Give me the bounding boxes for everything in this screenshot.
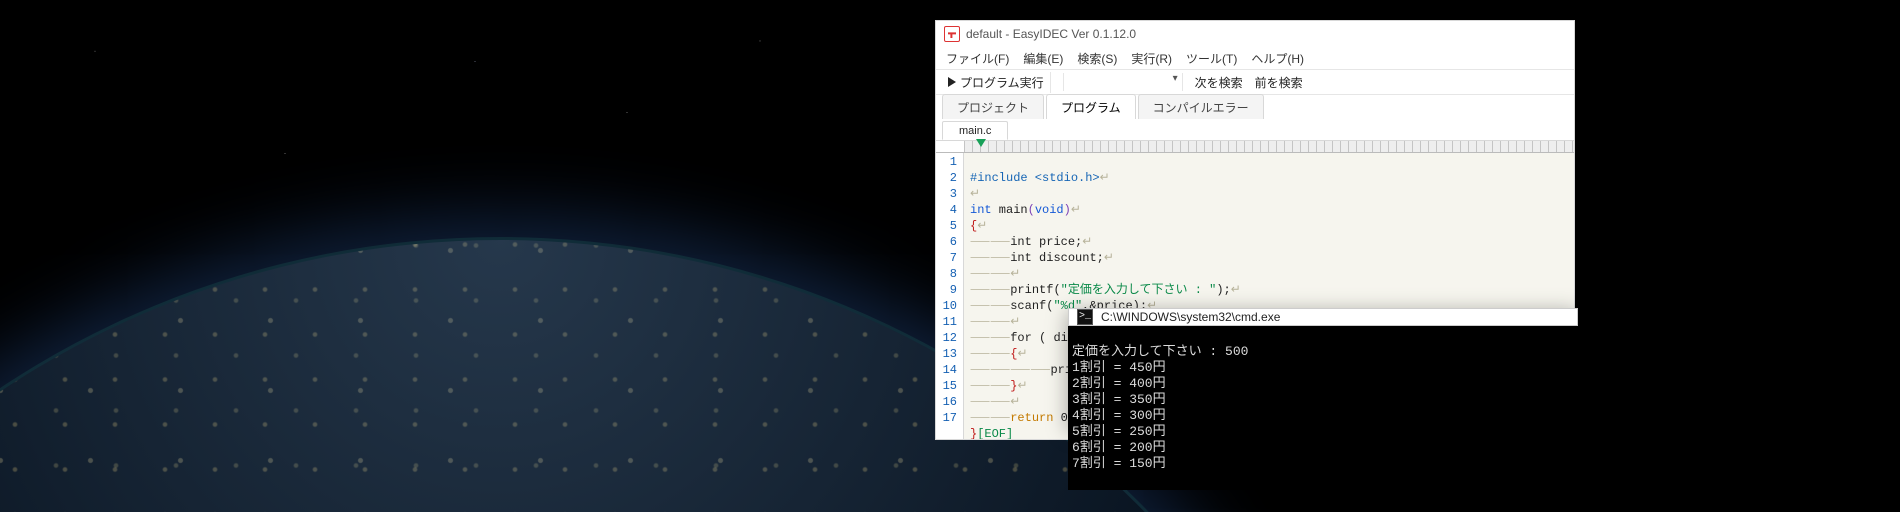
eof-marker: [EOF] (977, 427, 1013, 439)
cmd-titlebar[interactable]: >_ C:\WINDOWS\system32\cmd.exe (1068, 308, 1578, 326)
line-number: 5 (936, 218, 957, 234)
line-number: 6 (936, 234, 957, 250)
ide-titlebar[interactable]: default - EasyIDEC Ver 0.1.12.0 (936, 21, 1574, 47)
menu-tools[interactable]: ツール(T) (1186, 50, 1237, 67)
line-number: 9 (936, 282, 957, 298)
ide-menubar: ファイル(F) 編集(E) 検索(S) 実行(R) ツール(T) ヘルプ(H) (936, 47, 1574, 69)
menu-file[interactable]: ファイル(F) (946, 50, 1009, 67)
cmd-line: 7割引 = 150円 (1072, 456, 1166, 471)
cmd-line: 3割引 = 350円 (1072, 392, 1166, 407)
code-line: int price; (1010, 235, 1082, 249)
line-number-gutter: 1 2 3 4 5 6 7 8 9 10 11 12 13 14 15 16 1… (936, 153, 964, 439)
code-token: ); (1216, 283, 1230, 297)
code-line: int discount; (1010, 251, 1104, 265)
ide-toolbar: プログラム実行 次を検索 前を検索 (936, 69, 1574, 95)
ruler-gutter (936, 141, 964, 153)
cmd-icon: >_ (1077, 309, 1093, 325)
editor-ruler[interactable] (964, 141, 1574, 153)
menu-help[interactable]: ヘルプ(H) (1251, 50, 1304, 67)
file-tab-main-c[interactable]: main.c (942, 121, 1008, 140)
toolbar-dropdown[interactable] (1063, 73, 1183, 91)
line-number: 2 (936, 170, 957, 186)
ide-title-text: default - EasyIDEC Ver 0.1.12.0 (966, 27, 1136, 41)
code-line: #include <stdio.h> (970, 171, 1100, 185)
cmd-output[interactable]: 定価を入力して下さい : 500 1割引 = 450円 2割引 = 400円 3… (1068, 326, 1578, 490)
code-token: scanf( (1010, 299, 1053, 313)
menu-edit[interactable]: 編集(E) (1023, 50, 1063, 67)
line-number: 7 (936, 250, 957, 266)
line-number: 15 (936, 378, 957, 394)
code-token: main (992, 203, 1028, 217)
code-token: int (970, 203, 992, 217)
cmd-window: >_ C:\WINDOWS\system32\cmd.exe 定価を入力して下さ… (1068, 308, 1578, 428)
line-number: 8 (936, 266, 957, 282)
code-token: printf( (1010, 283, 1060, 297)
menu-run[interactable]: 実行(R) (1131, 50, 1172, 67)
code-token: return (1010, 411, 1053, 425)
line-number: 12 (936, 330, 957, 346)
tab-program[interactable]: プログラム (1046, 94, 1136, 119)
ide-app-icon (944, 26, 960, 42)
cmd-title-text: C:\WINDOWS\system32\cmd.exe (1101, 310, 1280, 324)
file-tabs: main.c (936, 119, 1574, 141)
find-next-button[interactable]: 次を検索 (1195, 74, 1243, 91)
cmd-line: 6割引 = 200円 (1072, 440, 1166, 455)
line-number: 14 (936, 362, 957, 378)
line-number: 11 (936, 314, 957, 330)
ruler-caret-marker (976, 139, 986, 147)
cmd-line: 2割引 = 400円 (1072, 376, 1166, 391)
menu-search[interactable]: 検索(S) (1077, 50, 1117, 67)
cmd-line: 1割引 = 450円 (1072, 360, 1166, 375)
line-number: 16 (936, 394, 957, 410)
code-token: void (1035, 203, 1064, 217)
ide-view-tabs: プロジェクト プログラム コンパイルエラー (936, 95, 1574, 119)
run-program-button[interactable]: プログラム実行 (942, 72, 1051, 93)
code-string: "定価を入力して下さい : " (1061, 283, 1217, 297)
find-prev-button[interactable]: 前を検索 (1255, 74, 1303, 91)
play-icon (948, 77, 956, 87)
cmd-line: 定価を入力して下さい : 500 (1072, 344, 1248, 359)
cmd-line: 5割引 = 250円 (1072, 424, 1166, 439)
line-number: 10 (936, 298, 957, 314)
line-number: 3 (936, 186, 957, 202)
tab-project[interactable]: プロジェクト (942, 94, 1044, 119)
run-program-label: プログラム実行 (960, 74, 1044, 91)
line-number: 17 (936, 410, 957, 426)
tab-compile-error[interactable]: コンパイルエラー (1138, 94, 1264, 119)
line-number: 13 (936, 346, 957, 362)
cmd-line: 4割引 = 300円 (1072, 408, 1166, 423)
line-number: 1 (936, 154, 957, 170)
line-number: 4 (936, 202, 957, 218)
